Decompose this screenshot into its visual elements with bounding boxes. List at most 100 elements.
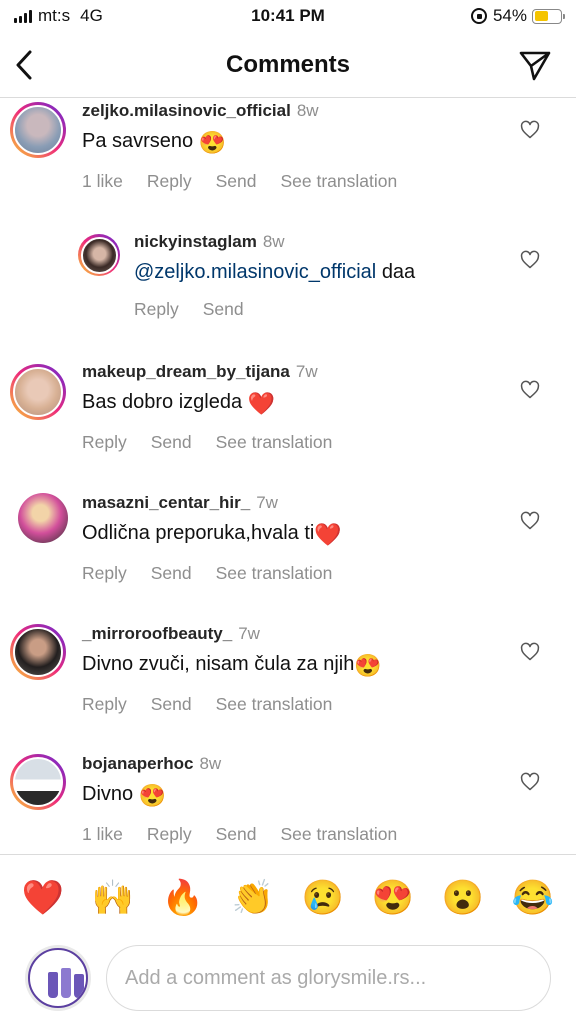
comment-header: nickyinstaglam 8w <box>134 232 415 252</box>
comment-actions: Reply Send See translation <box>82 432 356 453</box>
heart-icon[interactable] <box>520 120 540 140</box>
send-button[interactable]: Send <box>151 694 192 715</box>
comment-text-value: daa <box>381 261 416 283</box>
battery-fill <box>534 11 548 21</box>
username[interactable]: nickyinstaglam <box>134 232 257 251</box>
orientation-lock-icon <box>470 8 487 24</box>
emoji-clapping-button[interactable]: 👏 <box>232 878 274 918</box>
avatar-image <box>13 757 63 807</box>
avatar-image <box>13 627 63 677</box>
reply-button[interactable]: Reply <box>82 432 127 453</box>
send-button[interactable]: Send <box>151 432 192 453</box>
emoji: 😍 <box>354 653 382 678</box>
see-translation-button[interactable]: See translation <box>216 432 333 453</box>
see-translation-button[interactable]: See translation <box>280 824 397 845</box>
comment-time: 8w <box>296 101 319 120</box>
emoji-surprised-button[interactable]: 😮 <box>442 878 484 918</box>
avatar[interactable] <box>10 754 66 810</box>
page-title: Comments <box>225 51 351 78</box>
emoji-raising-hands-button[interactable]: 🙌 <box>92 878 134 918</box>
like-count[interactable]: 1 like <box>82 171 123 192</box>
avatar[interactable] <box>18 493 68 543</box>
comment-text-value: Divno <box>82 783 134 805</box>
header: Comments <box>0 34 576 98</box>
comment-body: masazni_centar_hir_ 7w Odlična preporuka,… <box>82 493 356 584</box>
battery-icon <box>532 8 565 24</box>
my-avatar <box>25 945 91 1011</box>
battery-percent: 54% <box>492 6 527 25</box>
comment-text-value: Bas dobro izgleda <box>82 391 243 413</box>
username[interactable]: bojanaperhoc <box>82 754 193 773</box>
comment-body: bojanaperhoc 8w Divno 😍 1 like Reply Send… <box>82 754 421 845</box>
comment-body: nickyinstaglam 8w @zeljko.milasinovic_off… <box>134 232 415 320</box>
emoji-quick-bar: ❤️ 🙌 🔥 👏 😢 😍 😮 😂 <box>0 854 576 940</box>
emoji-joy-button[interactable]: 😂 <box>512 878 554 918</box>
emoji-red-heart-button[interactable]: ❤️ <box>22 878 64 918</box>
emoji-crying-button[interactable]: 😢 <box>302 878 344 918</box>
avatar[interactable] <box>10 364 66 420</box>
comment-body: _mirroroofbeauty_ 7w Divno zvuči, nisam č… <box>82 624 382 715</box>
comment-body: zeljko.milasinovic_official 8w Pa savrsen… <box>82 101 421 192</box>
comments-list[interactable]: zeljko.milasinovic_official 8w Pa savrsen… <box>0 98 576 854</box>
emoji: 😍 <box>198 130 227 155</box>
comment-header: _mirroroofbeauty_ 7w <box>82 624 382 644</box>
heart-icon[interactable] <box>520 380 540 400</box>
emoji-fire-button[interactable]: 🔥 <box>162 878 204 918</box>
username[interactable]: masazni_centar_hir_ <box>82 493 250 512</box>
avatar-image <box>13 367 63 417</box>
avatar[interactable] <box>78 234 120 276</box>
comment-text-value: Pa savrseno <box>82 130 194 152</box>
comment-text-value: Divno zvuči, nisam čula za njih <box>82 653 355 675</box>
avatar-image <box>13 105 63 155</box>
comment-composer <box>0 940 576 1024</box>
send-button[interactable]: Send <box>216 824 257 845</box>
comment-input[interactable] <box>106 945 551 1011</box>
like-count[interactable]: 1 like <box>82 824 123 845</box>
comment-header: zeljko.milasinovic_official 8w <box>82 101 421 121</box>
comment-actions: Reply Send See translation <box>82 563 356 584</box>
heart-icon[interactable] <box>520 772 540 792</box>
emoji: ❤️ <box>247 391 276 416</box>
reply-button[interactable]: Reply <box>134 299 179 320</box>
comment-text: @zeljko.milasinovic_official daa <box>134 261 415 284</box>
see-translation-button[interactable]: See translation <box>280 171 397 192</box>
paper-plane-icon[interactable] <box>518 49 552 83</box>
username[interactable]: makeup_dream_by_tijana <box>82 362 290 381</box>
comment-text: Pa savrseno 😍 <box>82 130 421 156</box>
reply-button[interactable]: Reply <box>147 824 192 845</box>
emoji: 😍 <box>138 783 167 808</box>
status-right: 54% <box>470 6 565 26</box>
avatar[interactable] <box>10 624 66 680</box>
username[interactable]: zeljko.milasinovic_official <box>82 101 291 120</box>
comment-time: 8w <box>199 754 222 773</box>
comment-time: 8w <box>262 232 285 251</box>
comment-time: 7w <box>256 493 278 512</box>
comment-body: makeup_dream_by_tijana 7w Bas dobro izgle… <box>82 362 356 453</box>
reply-button[interactable]: Reply <box>82 563 127 584</box>
comment-actions: Reply Send <box>134 299 415 320</box>
comment-text-value: Odlična preporuka,hvala ti <box>82 522 315 544</box>
send-button[interactable]: Send <box>151 563 192 584</box>
comment-text: Divno 😍 <box>82 783 421 809</box>
comment-text: Odlična preporuka,hvala ti❤️ <box>82 522 356 548</box>
emoji-heart-eyes-button[interactable]: 😍 <box>372 878 414 918</box>
comment-actions: 1 like Reply Send See translation <box>82 824 421 845</box>
heart-icon[interactable] <box>520 511 540 531</box>
username[interactable]: _mirroroofbeauty_ <box>82 624 232 643</box>
heart-icon[interactable] <box>520 250 540 270</box>
comment-header: masazni_centar_hir_ 7w <box>82 493 356 513</box>
see-translation-button[interactable]: See translation <box>216 694 333 715</box>
see-translation-button[interactable]: See translation <box>216 563 333 584</box>
comment-actions: 1 like Reply Send See translation <box>82 171 421 192</box>
mention-link[interactable]: @zeljko.milasinovic_official <box>134 261 376 283</box>
emoji: ❤️ <box>314 522 342 547</box>
reply-button[interactable]: Reply <box>147 171 192 192</box>
comment-actions: Reply Send See translation <box>82 694 382 715</box>
send-button[interactable]: Send <box>216 171 257 192</box>
heart-icon[interactable] <box>520 642 540 662</box>
avatar[interactable] <box>10 102 66 158</box>
comment-time: 7w <box>238 624 260 643</box>
send-button[interactable]: Send <box>203 299 244 320</box>
avatar-image <box>80 236 118 274</box>
reply-button[interactable]: Reply <box>82 694 127 715</box>
